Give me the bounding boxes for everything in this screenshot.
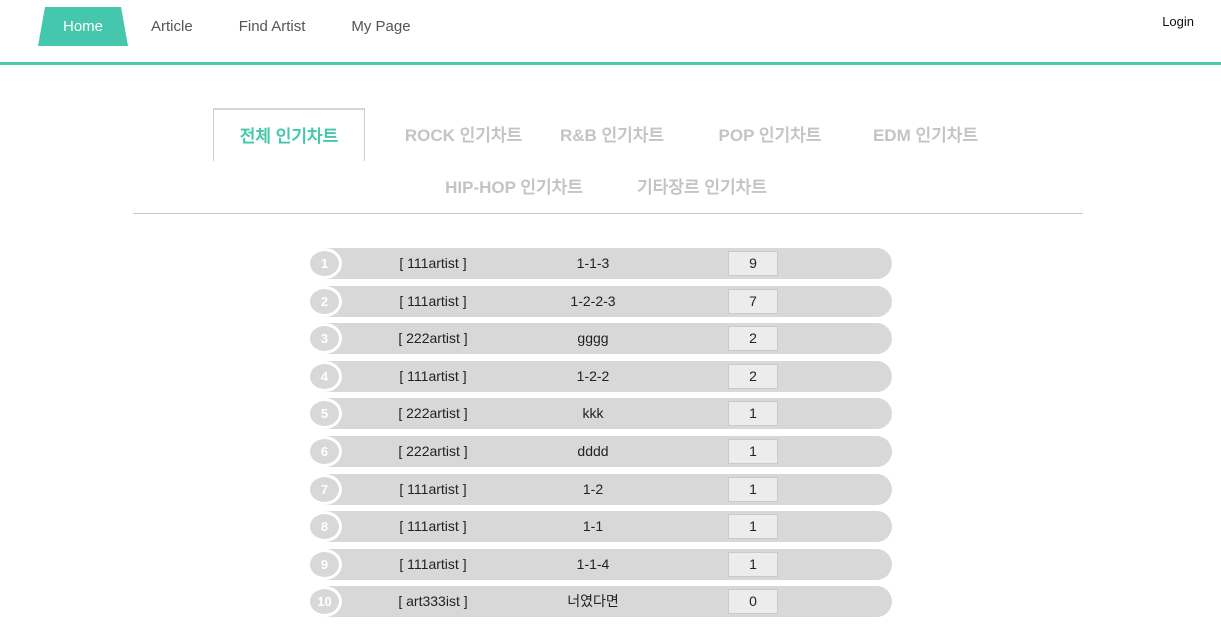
song-title[interactable]: gggg [523,323,663,354]
genre-tabs: 전체 인기차트 ROCK 인기차트 R&B 인기차트 POP 인기차트 EDM … [133,108,1083,214]
play-count: 2 [728,363,778,389]
artist-name[interactable]: [ 111artist ] [353,474,513,505]
rank-badge: 7 [307,473,342,505]
chart-row[interactable]: 9 [ 111artist ] 1-1-4 1 [307,548,892,580]
play-count: 1 [728,438,778,464]
rank-badge: 2 [307,285,342,317]
chart-row[interactable]: 3 [ 222artist ] gggg 2 [307,323,892,355]
tab-all-chart[interactable]: 전체 인기차트 [213,108,365,161]
popular-chart-list: 1 [ 111artist ] 1-1-3 9 2 [ 111artist ] … [307,248,892,624]
play-count: 7 [728,288,778,314]
artist-name[interactable]: [ 111artist ] [353,248,513,279]
rank-badge: 3 [307,323,342,355]
song-title[interactable]: 1-2 [523,474,663,505]
artist-name[interactable]: [ 222artist ] [353,323,513,354]
chart-row[interactable]: 8 [ 111artist ] 1-1 1 [307,511,892,543]
nav-my-page[interactable]: My Page [328,7,433,46]
chart-row[interactable]: 6 [ 222artist ] dddd 1 [307,435,892,467]
song-title[interactable]: dddd [523,436,663,467]
tab-edm-chart[interactable]: EDM 인기차트 [857,109,994,162]
song-title[interactable]: 1-2-2 [523,361,663,392]
top-navigation: Home Article Find Artist My Page Login [0,0,1221,65]
rank-badge: 9 [307,548,342,580]
song-title[interactable]: 1-1-4 [523,549,663,580]
play-count: 1 [728,551,778,577]
tab-rnb-chart[interactable]: R&B 인기차트 [546,109,678,162]
nav-find-artist[interactable]: Find Artist [216,7,329,46]
tab-hiphop-chart[interactable]: HIP-HOP 인기차트 [433,161,595,214]
chart-row[interactable]: 2 [ 111artist ] 1-2-2-3 7 [307,285,892,317]
song-title[interactable]: 1-1-3 [523,248,663,279]
tab-etc-chart[interactable]: 기타장르 인기차트 [625,161,779,214]
artist-name[interactable]: [ 111artist ] [353,286,513,317]
artist-name[interactable]: [ 111artist ] [353,511,513,542]
nav-article[interactable]: Article [128,7,216,46]
nav-home[interactable]: Home [38,7,128,46]
chart-row[interactable]: 5 [ 222artist ] kkk 1 [307,398,892,430]
tab-rock-chart[interactable]: ROCK 인기차트 [376,109,551,162]
login-link[interactable]: Login [1162,14,1194,29]
artist-name[interactable]: [ 111artist ] [353,549,513,580]
song-title[interactable]: 너였다면 [523,586,663,617]
chart-row[interactable]: 7 [ 111artist ] 1-2 1 [307,473,892,505]
artist-name[interactable]: [ 111artist ] [353,361,513,392]
tab-pop-chart[interactable]: POP 인기차트 [700,109,840,162]
artist-name[interactable]: [ 222artist ] [353,398,513,429]
rank-badge: 4 [307,360,342,392]
rank-badge: 6 [307,435,342,467]
rank-badge: 1 [307,248,342,279]
song-title[interactable]: kkk [523,398,663,429]
play-count: 0 [728,589,778,615]
play-count: 2 [728,326,778,352]
rank-badge: 8 [307,511,342,543]
main-menu: Home Article Find Artist My Page [38,7,434,46]
chart-row[interactable]: 10 [ art333ist ] 너였다면 0 [307,586,892,618]
chart-row[interactable]: 4 [ 111artist ] 1-2-2 2 [307,360,892,392]
song-title[interactable]: 1-1 [523,511,663,542]
play-count: 9 [728,251,778,276]
play-count: 1 [728,401,778,427]
play-count: 1 [728,514,778,540]
artist-name[interactable]: [ 222artist ] [353,436,513,467]
play-count: 1 [728,476,778,502]
artist-name[interactable]: [ art333ist ] [353,586,513,617]
chart-row[interactable]: 1 [ 111artist ] 1-1-3 9 [307,248,892,279]
song-title[interactable]: 1-2-2-3 [523,286,663,317]
